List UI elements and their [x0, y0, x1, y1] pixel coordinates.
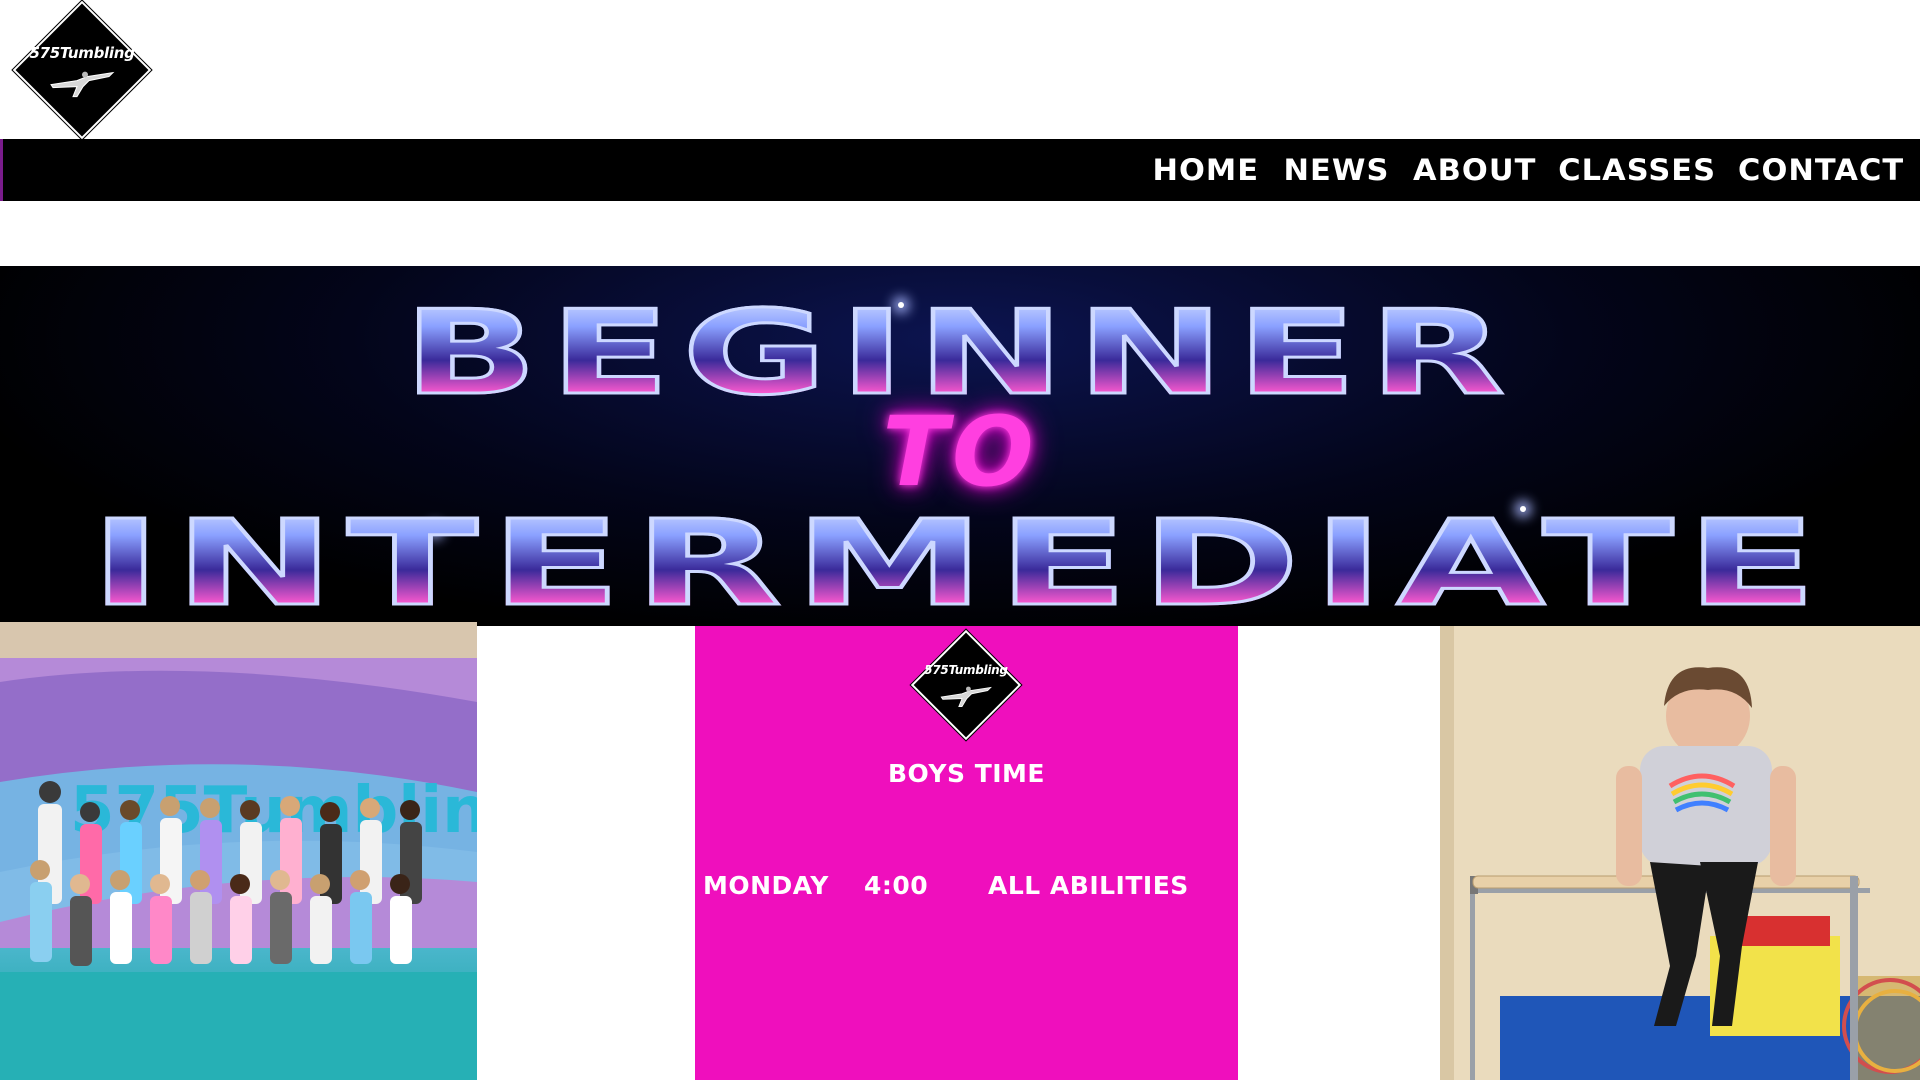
schedule-level: ALL ABILITIES: [988, 871, 1189, 900]
group-photo: 575Tumbling: [0, 622, 477, 1080]
nav-news[interactable]: NEWS: [1283, 153, 1389, 187]
site-logo[interactable]: 575Tumbling: [5, 0, 159, 139]
schedule-day: MONDAY: [703, 871, 829, 900]
group-photo-illustration: 575Tumbling: [0, 622, 477, 1080]
gymnast-icon: [50, 71, 115, 97]
main-nav: HOME NEWS ABOUT CLASSES CONTACT: [0, 139, 1920, 201]
gymnast-icon: [940, 686, 992, 708]
nav-about[interactable]: ABOUT: [1413, 153, 1536, 187]
schedule-time: 4:00: [864, 871, 929, 900]
nav-home[interactable]: HOME: [1153, 153, 1260, 187]
nav-classes[interactable]: CLASSES: [1559, 153, 1717, 187]
hero-banner: BEGINNER TO INTERMEDIATE: [0, 266, 1920, 626]
nav-links: HOME NEWS ABOUT CLASSES CONTACT: [1153, 139, 1903, 201]
nav-contact[interactable]: CONTACT: [1738, 153, 1904, 187]
card-logo: 575Tumbling: [906, 626, 1026, 744]
card-logo-text: 575Tumbling: [924, 663, 1008, 677]
gymnast-photo-illustration: [1440, 626, 1920, 1080]
banner-heading-to: TO: [882, 396, 1038, 508]
gymnast-photo: [1440, 626, 1920, 1080]
page: 575Tumbling HOME NEWS ABOUT CLASSES CONT…: [0, 0, 1920, 1080]
banner-heading-intermediate: INTERMEDIATE: [0, 493, 1920, 627]
class-schedule-card: 575Tumbling BOYS TIME MONDAY 4:00 ALL AB…: [695, 626, 1238, 1080]
logo-text: 575Tumbling: [29, 43, 135, 62]
class-title: BOYS TIME: [887, 759, 1046, 788]
